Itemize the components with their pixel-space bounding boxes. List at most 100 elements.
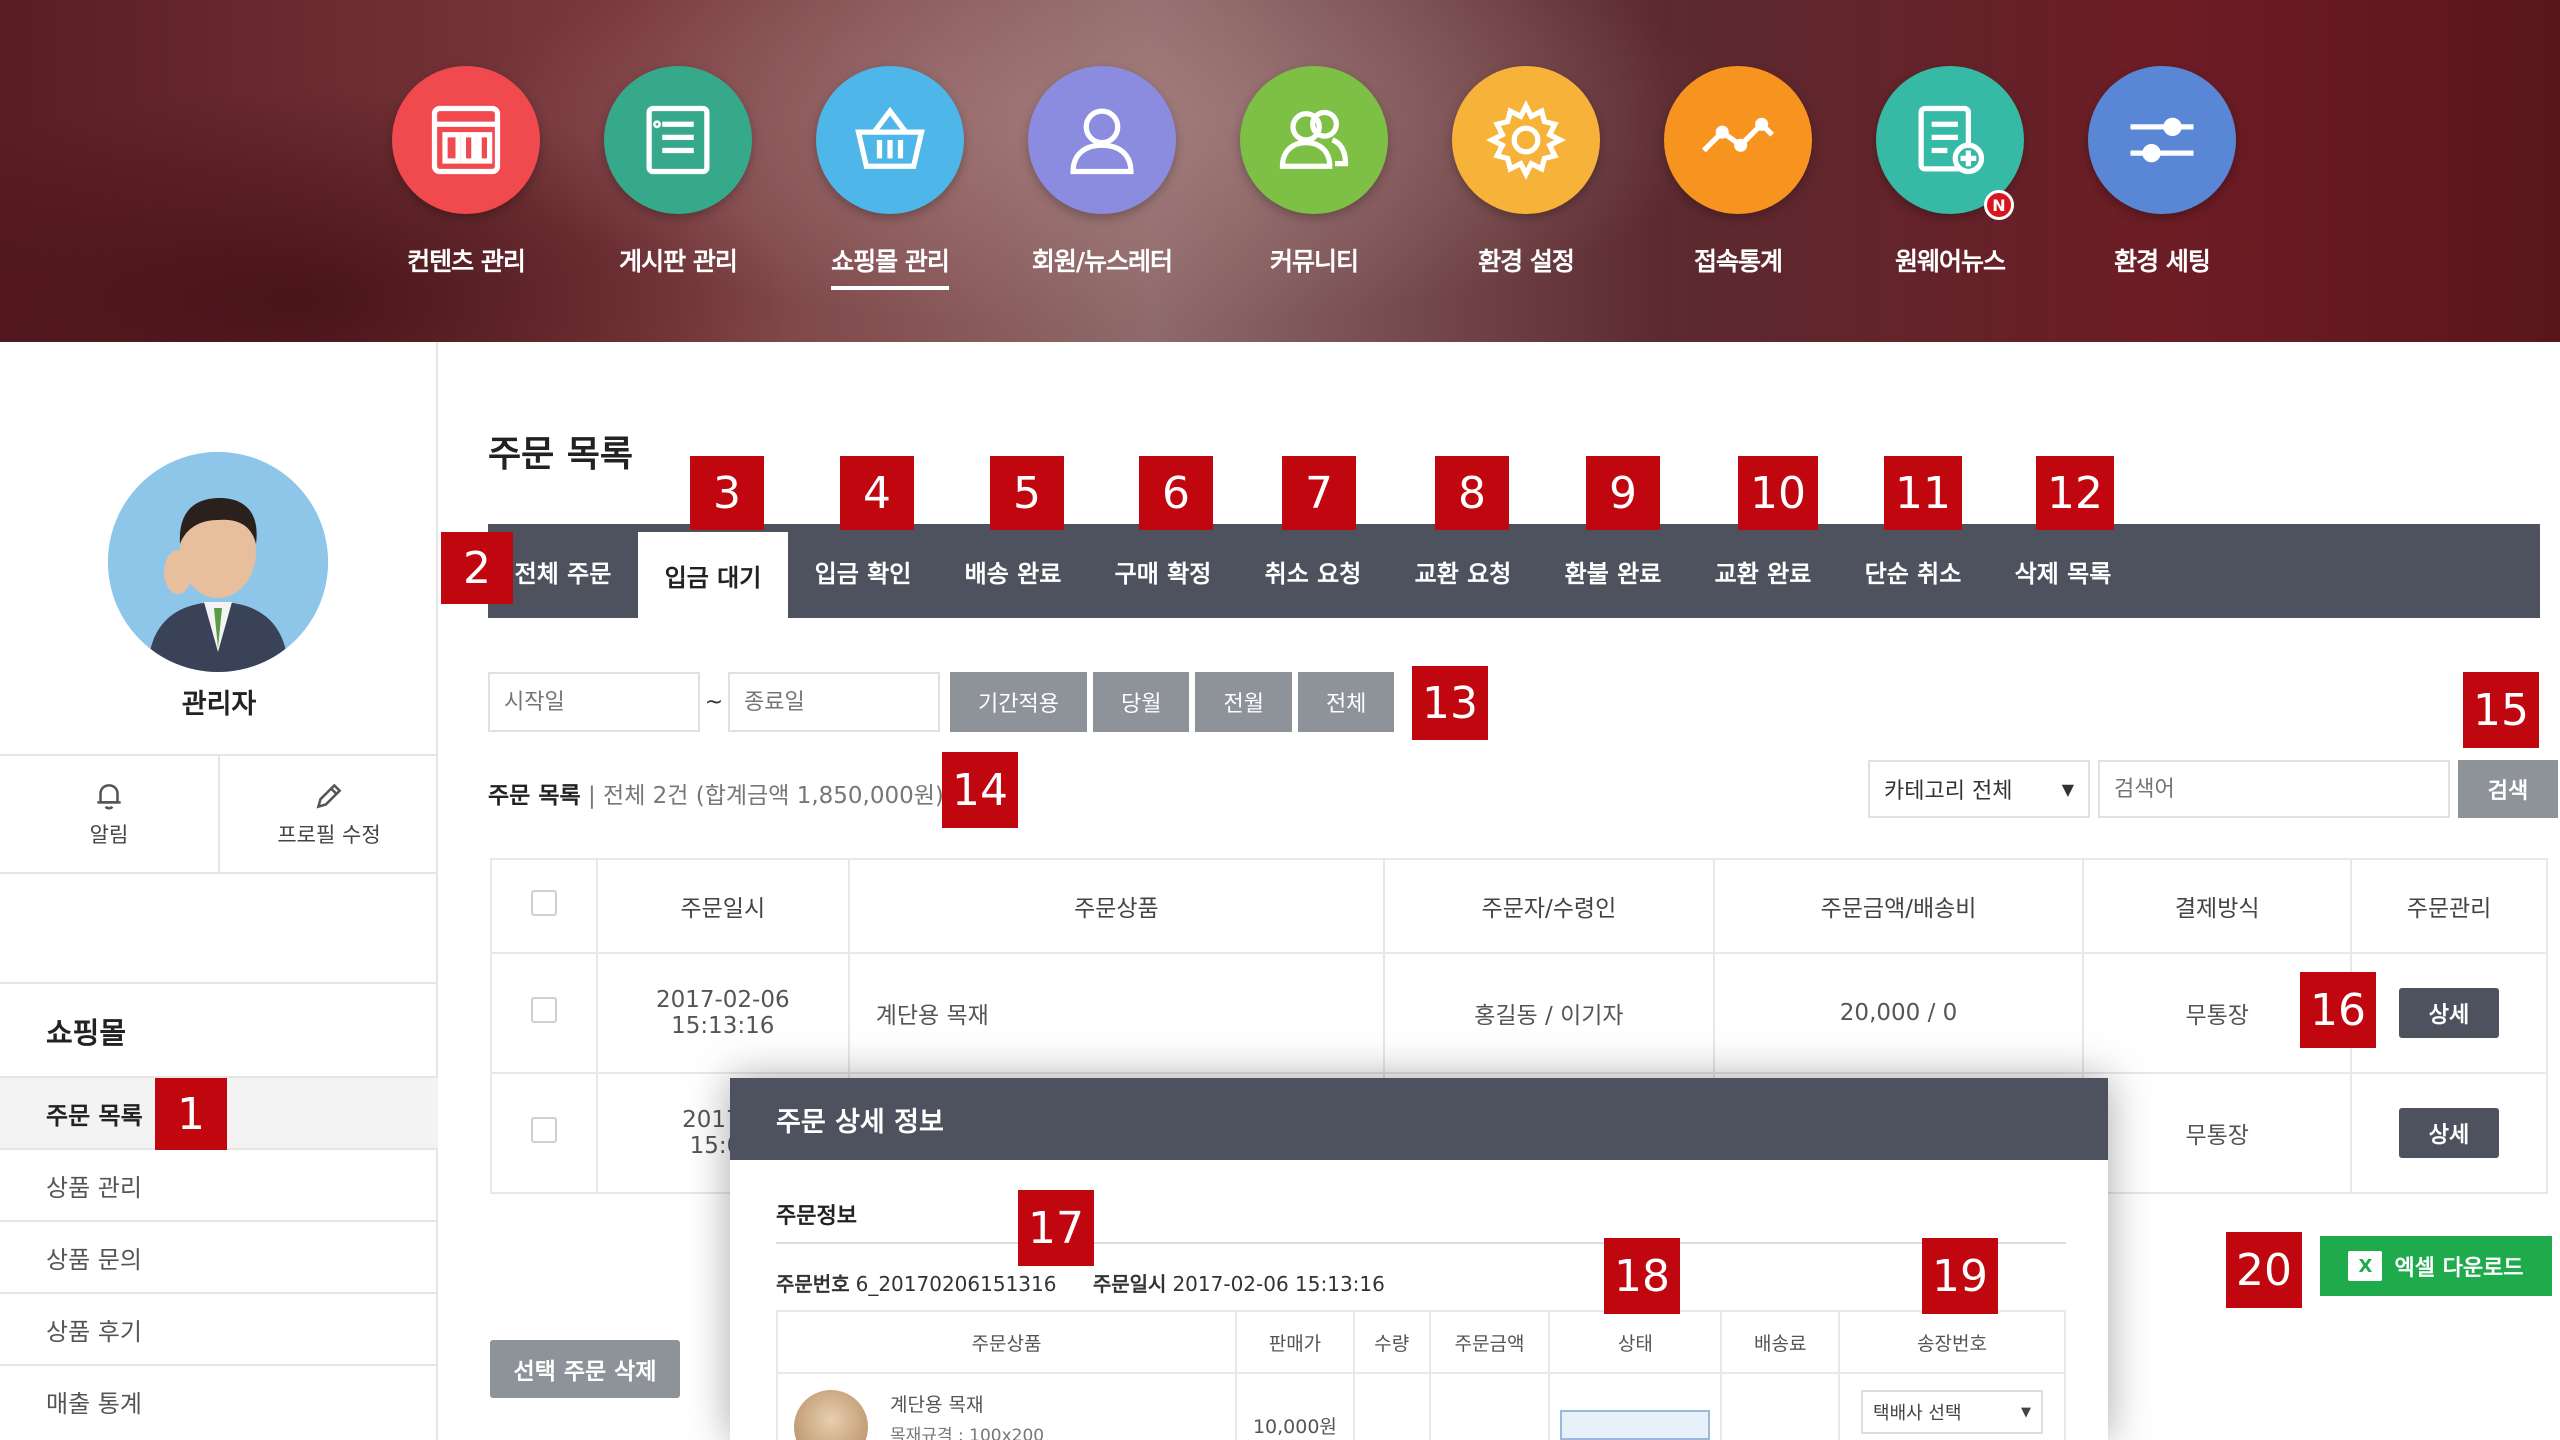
modal-product-name: 계단용 목재 xyxy=(890,1394,984,1416)
nav-board-management[interactable]: 게시판 관리 xyxy=(572,66,784,290)
select-all-cell xyxy=(490,858,598,954)
column-header: 상태 xyxy=(1548,1310,1723,1374)
detail-button[interactable]: 상세 xyxy=(2399,988,2500,1038)
order-date-value: 2017-02-06 15:13:16 xyxy=(1172,1272,1385,1296)
marker-12: 12 xyxy=(2036,456,2114,530)
line-chart-icon xyxy=(1664,66,1812,214)
search-button[interactable]: 검색 xyxy=(2458,760,2558,818)
nav-member-newsletter[interactable]: 회원/뉴스레터 xyxy=(996,66,1208,290)
avatar xyxy=(108,452,328,672)
caret-down-icon: ▼ xyxy=(2021,1404,2032,1420)
all-period-button[interactable]: 전체 xyxy=(1297,672,1395,732)
order-summary: 주문 목록 | 전체 2건 (합계금액 1,850,000원) xyxy=(488,776,944,810)
nav-access-stats[interactable]: 접속통계 xyxy=(1632,66,1844,290)
layout-icon xyxy=(392,66,540,214)
marker-18: 18 xyxy=(1604,1238,1680,1314)
amount-cell: 20,000 / 0 xyxy=(1712,952,2085,1074)
nav-label: 컨텐츠 관리 xyxy=(407,247,526,276)
table-header-row: 주문일시 주문상품 주문자/수령인 주문금액/배송비 결제방식 주문관리 xyxy=(490,858,2548,954)
modal-qty-cell xyxy=(1352,1372,1431,1440)
marker-5: 5 xyxy=(990,456,1064,530)
row-checkbox[interactable] xyxy=(530,1117,557,1143)
courier-select[interactable]: 택배사 선택 ▼ xyxy=(1861,1390,2044,1434)
table-row: 2017-02-06 15:13:16 계단용 목재 홍길동 / 이기자 20,0… xyxy=(490,952,2548,1074)
column-header: 주문상품 xyxy=(775,1310,1238,1374)
order-no-label: 주문번호 xyxy=(776,1272,850,1296)
modal-product-info: 계단용 목재 목재규격 : 100x200 xyxy=(890,1390,1044,1440)
tab-refund-complete[interactable]: 환불 완료 xyxy=(1538,524,1688,618)
search-input[interactable] xyxy=(2098,760,2450,818)
orderer-cell: 홍길동 / 이기자 xyxy=(1383,952,1715,1074)
date-filter: ~ 기간적용 당월 전월 전체 xyxy=(488,672,1395,732)
nav-label: 원웨어뉴스 xyxy=(1894,247,2006,276)
tab-awaiting-deposit[interactable]: 입금 대기 xyxy=(638,532,788,618)
tab-exchange-complete[interactable]: 교환 완료 xyxy=(1688,524,1838,618)
marker-15: 15 xyxy=(2463,672,2539,748)
sidebar-item-sales-stats[interactable]: 매출 통계 xyxy=(0,1364,438,1436)
modal-product-table: 주문상품 판매가 수량 주문금액 상태 배송료 송장번호 계단용 목재 목재규격… xyxy=(775,1310,2066,1440)
news-icon: N xyxy=(1876,66,2024,220)
tab-cancel-request[interactable]: 취소 요청 xyxy=(1238,524,1388,618)
marker-9: 9 xyxy=(1586,456,1660,530)
this-month-button[interactable]: 당월 xyxy=(1092,672,1190,732)
gear-icon xyxy=(1452,66,1600,214)
nav-shop-management[interactable]: 쇼핑몰 관리 xyxy=(784,66,996,290)
excel-download-button[interactable]: X 엑셀 다운로드 xyxy=(2320,1236,2552,1296)
date-separator: ~ xyxy=(704,689,724,715)
nav-content-management[interactable]: 컨텐츠 관리 xyxy=(360,66,572,290)
modal-divider xyxy=(776,1242,2066,1244)
detail-button[interactable]: 상세 xyxy=(2399,1108,2500,1158)
sidebar: 관리자 알림 프로필 수정 쇼핑몰 주문 목록 상품 관리 상품 문의 상품 후… xyxy=(0,342,438,1440)
nav-settings[interactable]: 환경 설정 xyxy=(1420,66,1632,290)
sidebar-item-product-management[interactable]: 상품 관리 xyxy=(0,1148,438,1220)
column-header: 주문자/수령인 xyxy=(1383,858,1715,954)
marker-10: 10 xyxy=(1738,456,1818,530)
tab-simple-cancel[interactable]: 단순 취소 xyxy=(1838,524,1988,618)
order-no-value: 6_20170206151316 xyxy=(855,1272,1057,1296)
sidebar-item-label: 상품 후기 xyxy=(46,1317,142,1346)
row-select-cell xyxy=(490,952,598,1074)
column-header: 수량 xyxy=(1352,1310,1431,1374)
modal-product-row: 계단용 목재 목재규격 : 100x200 10,000원 택배사 선택 ▼ xyxy=(775,1372,2066,1440)
tab-purchase-confirmed[interactable]: 구매 확정 xyxy=(1088,524,1238,618)
notification-label: 알림 xyxy=(89,823,129,847)
column-header: 주문금액/배송비 xyxy=(1712,858,2085,954)
column-header: 결제방식 xyxy=(2082,858,2353,954)
tab-deposit-confirmed[interactable]: 입금 확인 xyxy=(788,524,938,618)
column-header: 주문일시 xyxy=(595,858,850,954)
top-banner: 컨텐츠 관리 게시판 관리 쇼핑몰 관리 회원/뉴스레터 커뮤니티 환경 설정 … xyxy=(0,0,2560,342)
delete-selected-orders-button[interactable]: 선택 주문 삭제 xyxy=(490,1340,680,1398)
last-month-button[interactable]: 전월 xyxy=(1195,672,1292,732)
apply-period-button[interactable]: 기간적용 xyxy=(950,672,1087,732)
modal-product-cell: 계단용 목재 목재규격 : 100x200 xyxy=(775,1372,1238,1440)
tab-deleted-list[interactable]: 삭제 목록 xyxy=(1988,524,2138,618)
sidebar-item-product-review[interactable]: 상품 후기 xyxy=(0,1292,438,1364)
marker-19: 19 xyxy=(1922,1238,1998,1314)
nav-env-setting[interactable]: 환경 세팅 xyxy=(2056,66,2268,290)
order-date: 2017-02-06 xyxy=(655,987,790,1013)
modal-product-spec: 목재규격 : 100x200 xyxy=(890,1426,1045,1440)
row-checkbox[interactable] xyxy=(530,997,557,1023)
nav-oneware-news[interactable]: N 원웨어뉴스 xyxy=(1844,66,2056,290)
category-select[interactable]: 카테고리 전체 ▼ xyxy=(1868,760,2090,818)
tab-delivered[interactable]: 배송 완료 xyxy=(938,524,1088,618)
sidebar-item-product-inquiry[interactable]: 상품 문의 xyxy=(0,1220,438,1292)
edit-profile-button[interactable]: 프로필 수정 xyxy=(218,756,438,872)
tab-exchange-request[interactable]: 교환 요청 xyxy=(1388,524,1538,618)
marker-3: 3 xyxy=(690,456,764,530)
status-select[interactable] xyxy=(1560,1410,1711,1440)
notification-button[interactable]: 알림 xyxy=(0,756,218,872)
nav-label: 환경 설정 xyxy=(1478,247,1575,276)
marker-6: 6 xyxy=(1139,456,1213,530)
sidebar-item-label: 매출 통계 xyxy=(46,1389,142,1418)
end-date-input[interactable] xyxy=(728,672,940,732)
nav-community[interactable]: 커뮤니티 xyxy=(1208,66,1420,290)
select-all-checkbox[interactable] xyxy=(530,890,557,916)
nav-label: 접속통계 xyxy=(1693,247,1783,276)
modal-amount-cell xyxy=(1428,1372,1551,1440)
nav-label: 회원/뉴스레터 xyxy=(1031,247,1173,276)
marker-1: 1 xyxy=(155,1078,227,1150)
action-cell: 상세 xyxy=(2350,952,2548,1074)
start-date-input[interactable] xyxy=(488,672,700,732)
payment-cell: 무통장 xyxy=(2082,1072,2353,1194)
